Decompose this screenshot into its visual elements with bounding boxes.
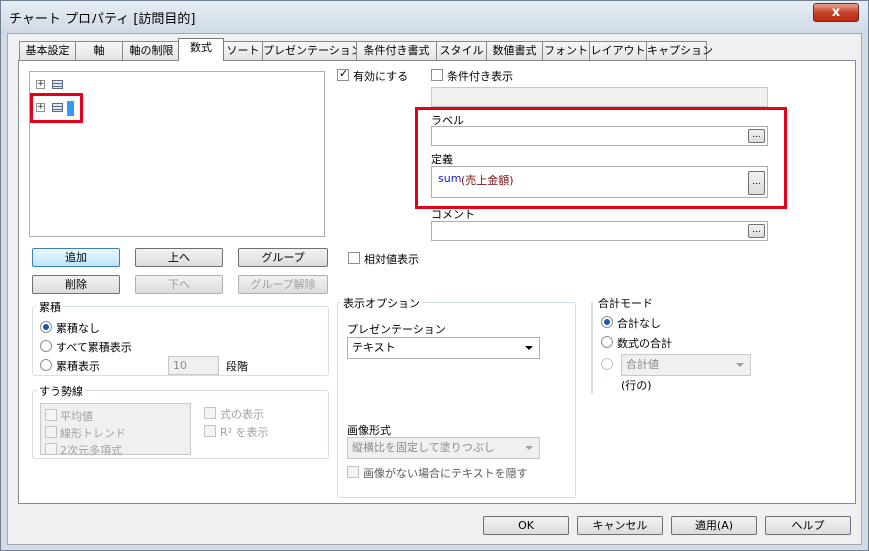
relative-label: 相対値表示 [364, 253, 419, 266]
trend-poly-label: 2次元多項式 [60, 444, 122, 457]
expressions-panel: + + 追加 上へ グループ 削除 下へ グループ解除 累積 累積なし すべて累… [18, 60, 856, 504]
window-title: チャート プロパティ [訪問目的] [9, 12, 196, 27]
chevron-down-icon [525, 346, 533, 350]
display-options-title: 表示オプション [341, 295, 422, 311]
enable-label: 有効にする [353, 70, 409, 83]
trend-list[interactable]: 平均値 線形トレンド 2次元多項式 [40, 403, 191, 457]
total-none-radio[interactable] [601, 316, 613, 328]
total-rows-label: (行の) [621, 379, 652, 392]
trend-poly-check[interactable] [45, 443, 57, 455]
tab-basic[interactable]: 基本設定 [19, 41, 76, 60]
expand-icon[interactable]: + [36, 80, 45, 89]
total-expr-radio[interactable] [601, 336, 613, 348]
steps-spinner[interactable]: 10 [168, 356, 219, 375]
image-format-label: 画像形式 [347, 424, 391, 437]
up-button[interactable]: 上へ [135, 248, 223, 267]
accum-none-label: 累積なし [56, 322, 100, 335]
tab-sort[interactable]: ソート [223, 41, 263, 60]
table-icon [52, 80, 63, 89]
total-function-select[interactable]: 合計値 [621, 354, 751, 376]
accum-show-label: 累積表示 [56, 360, 100, 373]
apply-button[interactable]: 適用(A) [671, 516, 757, 535]
tab-conditional-format[interactable]: 条件付き書式 [356, 41, 437, 60]
chevron-down-icon [736, 363, 744, 367]
accum-show-radio[interactable] [40, 359, 52, 371]
tab-layout[interactable]: レイアウト [589, 41, 647, 60]
tab-axis-limits[interactable]: 軸の制限 [122, 41, 181, 60]
show-r2-label: R² を表示 [220, 426, 269, 439]
accum-all-radio[interactable] [40, 340, 52, 352]
accumulation-title: 累積 [37, 299, 63, 315]
steps-unit-label: 段階 [226, 360, 248, 373]
conditional-check[interactable] [431, 69, 443, 81]
accum-all-label: すべて累積表示 [56, 341, 132, 354]
conditional-label: 条件付き表示 [447, 70, 513, 83]
accum-none-radio[interactable] [40, 321, 52, 333]
comment-ellipsis-button[interactable]: ... [748, 224, 765, 238]
relative-check[interactable] [348, 252, 360, 264]
dialog-window: チャート プロパティ [訪問目的] x 基本設定 軸 軸の制限 数式 ソート プ… [0, 0, 869, 551]
chevron-down-icon [525, 446, 533, 450]
tab-expressions[interactable]: 数式 [178, 38, 224, 61]
tab-presentation[interactable]: プレゼンテーション [262, 41, 362, 60]
trend-title: すう勢線 [37, 383, 85, 399]
tab-style[interactable]: スタイル [436, 41, 487, 60]
hide-text-check[interactable] [347, 466, 359, 478]
total-none-label: 合計なし [617, 317, 661, 330]
show-r2-check[interactable] [204, 425, 216, 437]
image-format-select[interactable]: 縦横比を固定して塗りつぶし [347, 437, 540, 459]
cancel-button[interactable]: キャンセル [577, 516, 663, 535]
group-button[interactable]: グループ [238, 248, 328, 267]
hide-text-label: 画像がない場合にテキストを隠す [363, 467, 528, 480]
highlight-box [415, 107, 787, 209]
tab-axis[interactable]: 軸 [75, 41, 123, 60]
tab-font[interactable]: フォント [542, 41, 590, 60]
help-button[interactable]: ヘルプ [765, 516, 851, 535]
trend-average-check[interactable] [45, 409, 57, 421]
total-expr-label: 数式の合計 [617, 337, 672, 350]
down-button[interactable]: 下へ [135, 275, 223, 294]
add-button[interactable]: 追加 [32, 248, 120, 267]
dialog-body: 基本設定 軸 軸の制限 数式 ソート プレゼンテーション 条件付き書式 スタイル… [7, 33, 862, 545]
conditional-field [431, 87, 768, 107]
show-formula-check[interactable] [204, 407, 216, 419]
delete-button[interactable]: 削除 [32, 275, 120, 294]
total-rows-radio[interactable] [601, 358, 613, 370]
comment-input[interactable]: ... [431, 221, 768, 241]
total-mode-title: 合計モード [596, 295, 655, 311]
tab-number-format[interactable]: 数値書式 [486, 41, 543, 60]
trend-linear-check[interactable] [45, 426, 57, 438]
total-mode-group [591, 302, 593, 394]
ok-button[interactable]: OK [483, 516, 569, 535]
presentation-select[interactable]: テキスト [347, 337, 540, 359]
highlight-box [30, 93, 83, 123]
checkmark-icon: ✓ [339, 67, 349, 80]
ungroup-button[interactable]: グループ解除 [238, 275, 328, 294]
close-button[interactable]: x [813, 3, 859, 22]
show-formula-label: 式の表示 [220, 408, 264, 421]
title-bar: チャート プロパティ [訪問目的] x [1, 1, 868, 33]
tab-caption[interactable]: キャプション [646, 41, 713, 60]
trend-linear-label: 線形トレンド [60, 427, 126, 440]
trend-average-label: 平均値 [60, 410, 93, 423]
presentation-label: プレゼンテーション [347, 323, 446, 336]
